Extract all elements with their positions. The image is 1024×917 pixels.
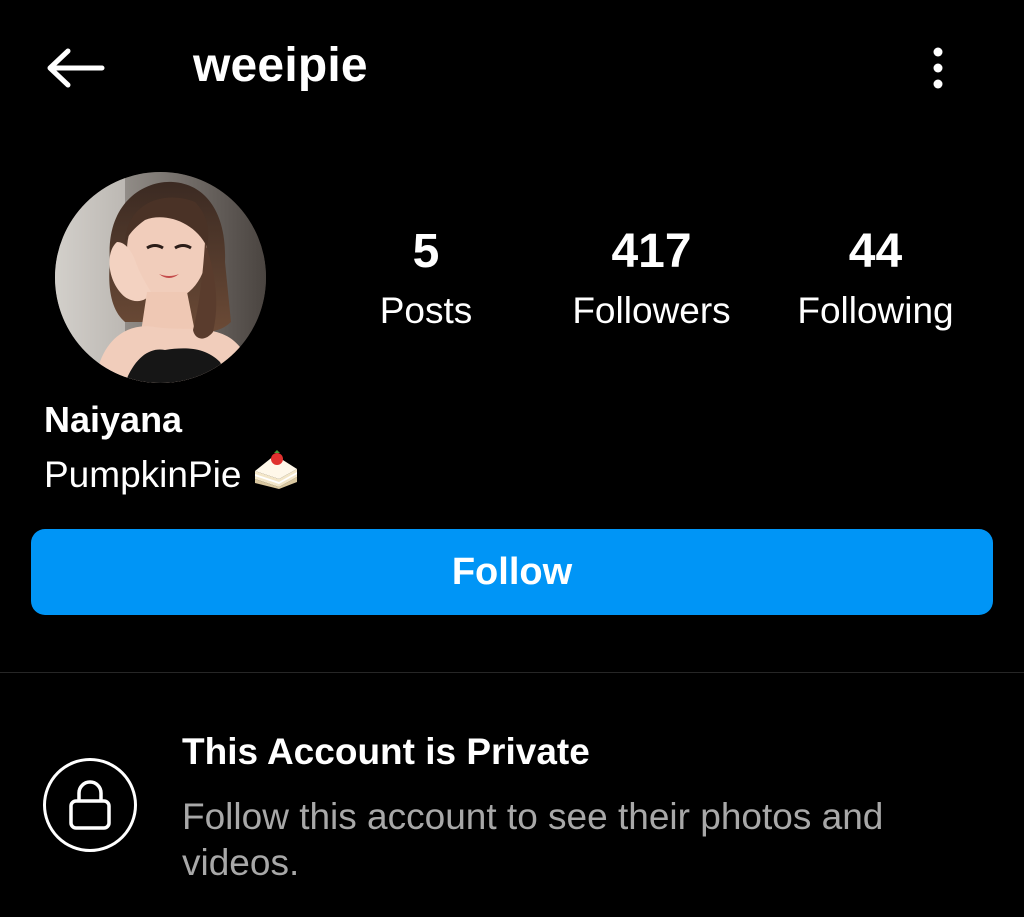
back-button[interactable] xyxy=(36,38,112,98)
following-label: Following xyxy=(797,290,954,331)
shortcake-icon xyxy=(253,449,299,501)
display-name: Naiyana xyxy=(44,399,183,440)
posts-count: 5 xyxy=(412,225,440,278)
following-stat[interactable]: 44 Following xyxy=(779,222,972,342)
follow-button[interactable]: Follow xyxy=(31,529,993,615)
profile-photo xyxy=(55,172,266,383)
followers-label: Followers xyxy=(572,290,731,331)
posts-label: Posts xyxy=(379,290,473,331)
section-divider xyxy=(0,672,1024,673)
arrow-left-icon xyxy=(47,48,105,88)
posts-stat[interactable]: 5 Posts xyxy=(345,222,507,342)
private-account-title: This Account is Private xyxy=(182,731,590,772)
bio-text: PumpkinPie xyxy=(44,454,242,495)
avatar[interactable] xyxy=(55,172,266,383)
profile-username: weeipie xyxy=(193,39,368,92)
following-count: 44 xyxy=(848,225,903,278)
followers-count: 417 xyxy=(611,225,692,278)
private-account-description: Follow this account to see their photos … xyxy=(182,796,884,883)
more-vertical-icon xyxy=(933,47,943,89)
lock-badge xyxy=(43,758,137,852)
lock-icon xyxy=(69,780,111,830)
followers-stat[interactable]: 417 Followers xyxy=(555,222,748,342)
more-options-button[interactable] xyxy=(916,36,960,100)
bio: PumpkinPie xyxy=(44,449,299,501)
